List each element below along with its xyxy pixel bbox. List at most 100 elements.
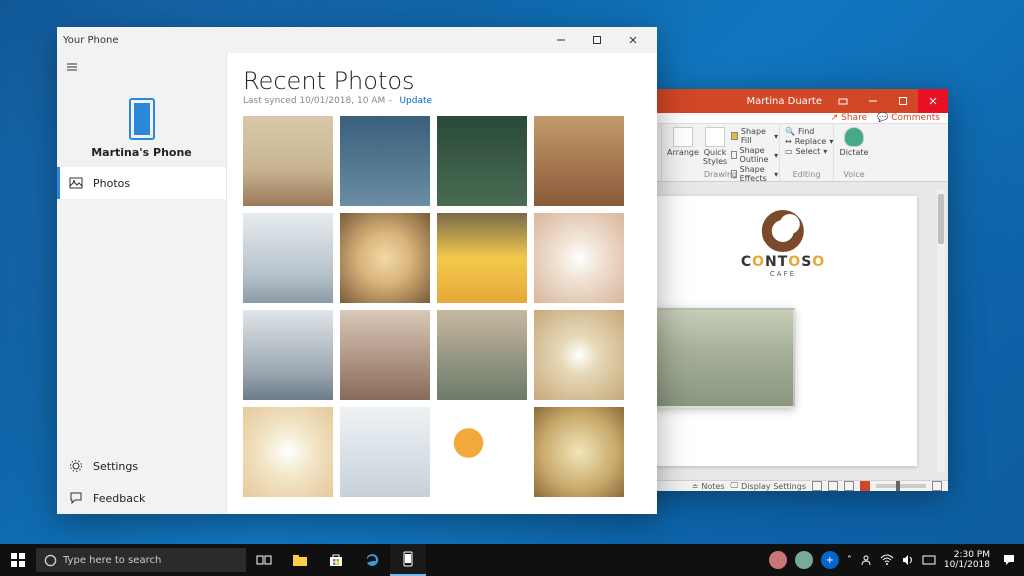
wifi-icon[interactable] (880, 554, 894, 566)
maximize-button[interactable] (579, 27, 615, 53)
sidebar-label: Feedback (93, 492, 145, 505)
window-title: Your Phone (63, 35, 119, 46)
quick-styles-button[interactable]: Quick Styles (703, 127, 727, 166)
phone-header: Martina's Phone (57, 84, 226, 167)
photo-thumb[interactable] (437, 213, 527, 303)
photo-thumb[interactable] (340, 213, 430, 303)
zoom-slider[interactable] (876, 484, 926, 488)
people-avatar[interactable]: + (821, 551, 839, 569)
search-placeholder: Type here to search (63, 555, 161, 566)
photo-thumb[interactable] (534, 310, 624, 400)
logo-text: CONTOSO (741, 254, 825, 270)
photo-thumb[interactable] (340, 310, 430, 400)
photo-thumb[interactable] (534, 213, 624, 303)
dictate-button[interactable]: Dictate (839, 127, 869, 157)
photo-thumb[interactable] (437, 116, 527, 206)
arrange-button[interactable]: Arrange (667, 127, 699, 157)
photo-thumb[interactable] (437, 310, 527, 400)
photo-thumb[interactable] (340, 116, 430, 206)
fill-icon (731, 132, 738, 140)
powerpoint-subbar: ↗ Share 💬 Comments (630, 113, 948, 124)
your-phone-titlebar[interactable]: Your Phone (57, 27, 657, 53)
notes-button[interactable]: ≐ Notes (692, 482, 725, 491)
comments-button[interactable]: 💬 Comments (877, 113, 940, 123)
photo-thumb[interactable] (340, 407, 430, 497)
search-box[interactable]: Type here to search (36, 548, 246, 572)
sidebar-label: Settings (93, 460, 138, 473)
sync-line: Last synced 10/01/2018, 10 AM – Update (243, 96, 641, 106)
system-tray: + ˄ (761, 551, 944, 569)
your-phone-sidebar: Martina's Phone Photos Settings Feedback (57, 53, 227, 514)
minimize-button[interactable] (858, 89, 888, 113)
reading-view-icon[interactable] (844, 481, 854, 491)
sorter-view-icon[interactable] (828, 481, 838, 491)
taskbar-app-edge[interactable] (354, 544, 390, 576)
photo-thumb[interactable] (243, 213, 333, 303)
photo-thumb[interactable] (243, 310, 333, 400)
taskbar-app-store[interactable] (318, 544, 354, 576)
sidebar-label: Photos (93, 177, 130, 190)
group-label-drawing: Drawing (662, 170, 779, 179)
replace-button[interactable]: ↔ Replace ▾ (785, 137, 828, 146)
donut-icon (762, 210, 804, 252)
phone-icon (129, 98, 155, 140)
your-phone-window: Your Phone Martina's Phone Photos (57, 27, 657, 514)
shape-fill-button[interactable]: Shape Fill ▾ (731, 127, 778, 145)
fit-window-icon[interactable] (932, 481, 942, 491)
start-button[interactable] (0, 544, 36, 576)
update-link[interactable]: Update (399, 96, 432, 106)
phone-name: Martina's Phone (91, 146, 192, 159)
people-avatar[interactable] (769, 551, 787, 569)
hamburger-icon[interactable] (65, 60, 79, 74)
tray-up-icon[interactable]: ˄ (847, 555, 852, 566)
keyboard-icon[interactable] (922, 555, 936, 565)
photo-thumb[interactable] (243, 407, 333, 497)
task-view-button[interactable] (246, 544, 282, 576)
photos-grid (243, 116, 641, 497)
action-center-button[interactable] (994, 544, 1024, 576)
outline-icon (731, 151, 736, 159)
share-button[interactable]: ↗ Share (831, 113, 867, 123)
photo-thumb[interactable] (534, 407, 624, 497)
group-label-voice: Voice (834, 170, 874, 179)
contoso-logo: CONTOSO CAFE (741, 210, 825, 278)
gear-icon (69, 459, 83, 473)
photo-thumb[interactable] (437, 407, 527, 497)
cortana-icon (44, 554, 57, 567)
ribbon: Arrange Quick Styles Shape Fill ▾ Shape … (630, 124, 948, 182)
ribbon-group-editing: 🔍 Find ↔ Replace ▾ ▭ Select ▾ Editing (780, 124, 834, 181)
display-settings-button[interactable]: 🖵 Display Settings (730, 481, 806, 491)
powerpoint-statusbar: ≐ Notes 🖵 Display Settings (630, 480, 948, 491)
taskbar: Type here to search + ˄ 2:30 PM 10/1/201… (0, 544, 1024, 576)
taskbar-app-your-phone[interactable] (390, 544, 426, 576)
powerpoint-titlebar[interactable]: Martina Duarte (630, 89, 948, 113)
people-avatar[interactable] (795, 551, 813, 569)
slideshow-view-icon[interactable] (860, 481, 870, 491)
sidebar-item-settings[interactable]: Settings (57, 450, 226, 482)
find-button[interactable]: 🔍 Find (785, 127, 828, 136)
taskbar-clock[interactable]: 2:30 PM 10/1/2018 (944, 550, 994, 570)
desktop: Martina Duarte ↗ Share 💬 Comments (0, 0, 1024, 576)
volume-icon[interactable] (902, 554, 914, 566)
close-button[interactable] (615, 27, 651, 53)
maximize-button[interactable] (888, 89, 918, 113)
photo-thumb[interactable] (243, 116, 333, 206)
people-icon[interactable] (860, 554, 872, 566)
taskbar-app-explorer[interactable] (282, 544, 318, 576)
vertical-scrollbar[interactable] (937, 190, 945, 472)
shape-outline-button[interactable]: Shape Outline ▾ (731, 146, 778, 164)
photo-thumb[interactable] (534, 116, 624, 206)
normal-view-icon[interactable] (812, 481, 822, 491)
your-phone-main: Recent Photos Last synced 10/01/2018, 10… (227, 53, 657, 514)
ribbon-display-button[interactable] (828, 89, 858, 113)
close-button[interactable] (918, 89, 948, 113)
minimize-button[interactable] (543, 27, 579, 53)
slide[interactable]: CONTOSO CAFE (649, 196, 917, 466)
sidebar-item-feedback[interactable]: Feedback (57, 482, 226, 514)
powerpoint-user[interactable]: Martina Duarte (746, 96, 822, 107)
feedback-icon (69, 491, 83, 505)
sidebar-item-photos[interactable]: Photos (57, 167, 226, 199)
select-button[interactable]: ▭ Select ▾ (785, 147, 828, 156)
slide-canvas[interactable]: CONTOSO CAFE (630, 182, 948, 480)
storefront-image[interactable] (635, 308, 795, 408)
